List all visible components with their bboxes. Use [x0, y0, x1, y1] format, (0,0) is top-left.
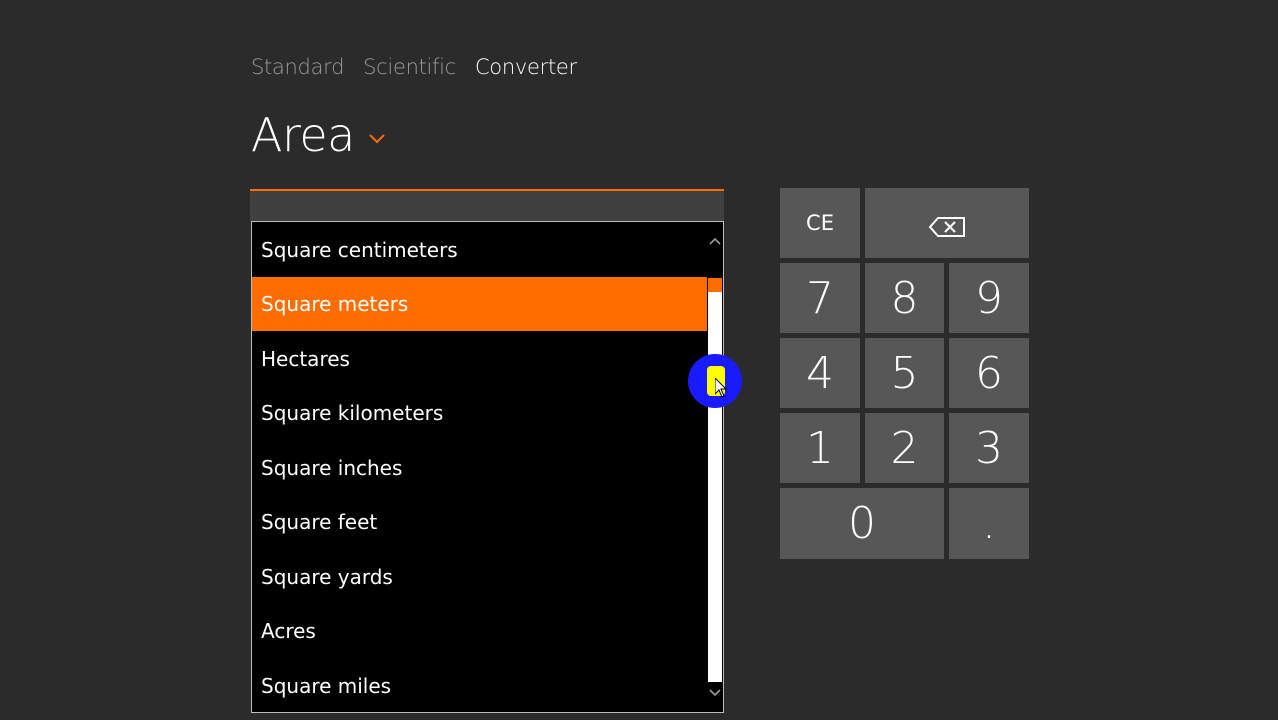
- scroll-up-arrow-icon[interactable]: [707, 232, 723, 250]
- mode-tabs: Standard Scientific Converter: [251, 52, 577, 82]
- value-input[interactable]: [250, 189, 724, 221]
- decimal-button[interactable]: .: [949, 488, 1029, 559]
- scroll-thumb[interactable]: [708, 278, 722, 682]
- tab-standard[interactable]: Standard: [251, 52, 344, 82]
- digit-1-button[interactable]: 1: [780, 413, 860, 483]
- list-item-square-centimeters[interactable]: Square centimeters: [252, 223, 707, 277]
- backspace-button[interactable]: [865, 188, 1029, 258]
- list-item-square-inches[interactable]: Square inches: [252, 441, 707, 495]
- list-item-square-meters[interactable]: Square meters: [252, 277, 707, 331]
- category-title: Area: [251, 108, 355, 162]
- scroll-down-arrow-icon[interactable]: [707, 684, 723, 702]
- tab-scientific[interactable]: Scientific: [363, 52, 456, 82]
- list-item-hectares[interactable]: Hectares: [252, 332, 707, 386]
- digit-6-button[interactable]: 6: [949, 338, 1029, 408]
- digit-5-button[interactable]: 5: [865, 338, 944, 408]
- list-item-square-yards[interactable]: Square yards: [252, 550, 707, 604]
- scrollbar[interactable]: [707, 222, 723, 712]
- scroll-thumb-accent: [708, 278, 722, 292]
- digit-8-button[interactable]: 8: [865, 263, 944, 333]
- digit-0-button[interactable]: 0: [780, 488, 944, 559]
- digit-7-button[interactable]: 7: [780, 263, 860, 333]
- digit-2-button[interactable]: 2: [865, 413, 944, 483]
- digit-3-button[interactable]: 3: [949, 413, 1029, 483]
- digit-4-button[interactable]: 4: [780, 338, 860, 408]
- backspace-icon: [928, 198, 966, 249]
- digit-9-button[interactable]: 9: [949, 263, 1029, 333]
- ce-button[interactable]: CE: [780, 188, 860, 258]
- category-selector[interactable]: Area: [251, 104, 385, 166]
- list-item-acres[interactable]: Acres: [252, 604, 707, 658]
- chevron-down-icon: [369, 129, 385, 148]
- keypad: CE 7 8 9 4 5 6 1 2 3 0 .: [780, 188, 1029, 559]
- tab-converter[interactable]: Converter: [475, 52, 577, 82]
- list-item-square-kilometers[interactable]: Square kilometers: [252, 386, 707, 440]
- list-item-square-feet[interactable]: Square feet: [252, 495, 707, 549]
- unit-dropdown-list: Square centimeters Square meters Hectare…: [251, 221, 724, 713]
- list-item-square-miles[interactable]: Square miles: [252, 659, 707, 712]
